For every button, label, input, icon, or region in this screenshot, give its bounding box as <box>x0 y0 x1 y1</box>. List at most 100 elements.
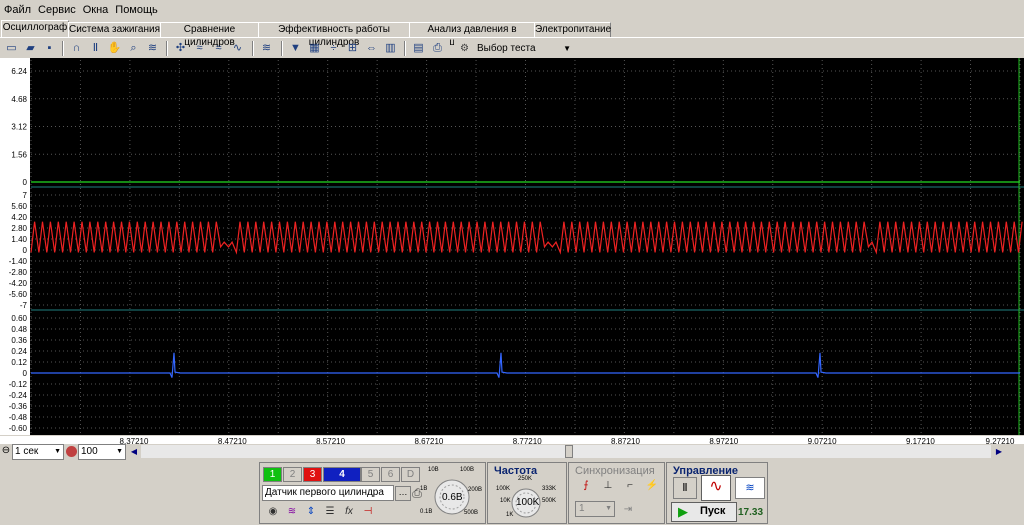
frequency-knob-value: 100K <box>516 497 540 508</box>
sync-fall-icon[interactable]: ⊥ <box>599 478 617 494</box>
channel-button-5[interactable]: 5 <box>361 467 380 482</box>
timebase-select[interactable]: 1 сек ▼ <box>12 444 64 460</box>
sync-channel-value: 1 <box>579 503 585 514</box>
new-icon[interactable]: ▭ <box>3 40 20 56</box>
channel-button-3[interactable]: 3 <box>303 467 322 482</box>
scale-tick-label: 4.68 <box>11 95 27 104</box>
channel-button-4[interactable]: 4 <box>323 467 361 482</box>
scroll-thumb[interactable] <box>565 445 573 458</box>
channel-more-button[interactable]: … <box>395 486 411 501</box>
tab-strip: Осциллограф Система зажигания Сравнение … <box>0 20 1024 48</box>
timebase-value: 1 сек <box>15 446 39 457</box>
record-icon[interactable] <box>66 446 77 457</box>
test-select-icon: ⚙ <box>460 43 469 54</box>
sync-channel-select[interactable]: 1 ▼ <box>575 501 615 517</box>
scale-tick-label: 0.12 <box>11 358 27 367</box>
probe-icon[interactable]: ⊣ <box>359 504 377 520</box>
test-select[interactable]: ⚙ Выбор теста ▼ <box>454 39 578 58</box>
sync-rise-icon[interactable]: ⨍ <box>577 478 595 494</box>
filter-icon[interactable]: ▼ <box>287 40 304 56</box>
eye-icon[interactable]: ◉ <box>264 504 282 520</box>
voltage-knob[interactable]: 0.6B 10B 100B 1B 200B 0.1B 500B <box>420 467 482 521</box>
channel-button-2[interactable]: 2 <box>283 467 302 482</box>
print-icon[interactable]: ⎙ <box>429 40 446 56</box>
scale-tick-label: 6.24 <box>11 67 27 76</box>
menu-service[interactable]: Сервис <box>34 0 79 16</box>
knob-label: 500B <box>464 510 479 516</box>
add-marker-icon[interactable]: ⊞ <box>344 40 361 56</box>
voltage-knob-value: 0.6B <box>442 492 463 503</box>
scale-tick-label: -0.24 <box>9 391 28 400</box>
scroll-track[interactable] <box>141 445 991 458</box>
knob-label: 0.1B <box>420 509 433 515</box>
fit-icon[interactable]: ≋ <box>144 40 161 56</box>
chevron-down-icon: ▼ <box>54 448 61 455</box>
oscillogram-mode-button[interactable]: ∿ <box>701 475 731 501</box>
table-icon[interactable]: ▦ <box>306 40 323 56</box>
pause-button[interactable]: Ⅱ <box>673 477 697 499</box>
offset-icon[interactable]: ⇕ <box>302 504 320 520</box>
function-icon[interactable]: fx <box>340 504 358 520</box>
frequency-knob[interactable]: 100K 250K 100K 333K 10K 500K 1K <box>496 476 562 522</box>
start-button[interactable]: ▶ Пуск <box>671 502 737 522</box>
menu-file[interactable]: Файл <box>0 0 34 16</box>
sync-level-icon[interactable]: ⌐ <box>621 478 639 494</box>
cursor-icon[interactable]: ∩ <box>68 40 85 56</box>
oscilloscope-plot[interactable]: 1 Датчик давления в цилиндре (Bar) 3 кан… <box>0 58 1024 435</box>
scale-tick-label: -0.60 <box>9 424 28 433</box>
scroll-right-icon[interactable]: ▶ <box>993 445 1005 458</box>
knob-label: 1B <box>420 486 428 492</box>
tab-cylinder-compare[interactable]: Сравнение цилиндров <box>160 22 259 48</box>
scale-tick-label: 0 <box>23 369 28 378</box>
tab-power[interactable]: Электропитание <box>534 22 611 37</box>
split-icon[interactable]: ÷ <box>325 40 342 56</box>
trigger-icon[interactable]: ≋ <box>258 40 275 56</box>
scale-tick-label: -0.36 <box>9 402 28 411</box>
channel-panel: 1 2 3 4 5 6 D Датчик первого цилиндра … … <box>259 462 486 524</box>
menu-help[interactable]: Помощь <box>111 0 161 16</box>
knob-label: 333K <box>542 486 557 492</box>
tab-ignition[interactable]: Система зажигания <box>68 22 161 37</box>
sine-icon[interactable]: ∿ <box>229 40 246 56</box>
chevron-down-icon: ▼ <box>605 505 612 512</box>
tab-oscilloscope[interactable]: Осциллограф <box>1 20 69 38</box>
knob-label: 100B <box>460 467 475 473</box>
sync-arrows-icon[interactable]: ⇥ <box>619 502 637 518</box>
invert-icon[interactable]: ≋ <box>283 504 301 520</box>
sync-auto-icon[interactable]: ⚡ <box>643 478 661 494</box>
mode-icon[interactable]: ⊖ <box>1 445 11 458</box>
measure-icon[interactable]: Ⅱ <box>87 40 104 56</box>
open-icon[interactable]: ▰ <box>22 40 39 56</box>
scale-tick-label: 1.40 <box>11 235 27 244</box>
plot-canvas[interactable] <box>0 58 1024 435</box>
knob-label: 10K <box>500 498 511 504</box>
scale-tick-label: 0.48 <box>11 325 27 334</box>
overlay-icon[interactable]: ≈ <box>210 40 227 56</box>
tab-pressure-analysis[interactable]: Анализ давления в цилиндре <box>409 22 535 48</box>
frequency-panel: Частота 100K 250K 100K 333K 10K 500K 1K <box>487 462 567 524</box>
channel-button-1[interactable]: 1 <box>263 467 282 482</box>
expand-icon[interactable]: ✣ <box>172 40 189 56</box>
zoom-icon[interactable]: ⌕ <box>125 40 142 56</box>
tab-cylinder-efficiency[interactable]: Эффективность работы цилиндров <box>258 22 410 48</box>
multi-wave-button[interactable]: ≋ <box>735 477 765 499</box>
points-select[interactable]: 100 ▼ <box>78 444 126 460</box>
menu-windows[interactable]: Окна <box>79 0 112 16</box>
hand-icon[interactable]: ✋ <box>106 40 123 56</box>
scroll-left-icon[interactable]: ◀ <box>128 445 140 458</box>
scale-tick-label: -7 <box>20 301 28 310</box>
scale-tick-label: 2.80 <box>11 224 27 233</box>
channel-button-6[interactable]: 6 <box>381 467 400 482</box>
scale-canvas: 6.24 4.68 3.12 1.56 0 7 5.60 4.20 2.80 1.40 0 -1.40… <box>9 67 28 433</box>
control-panel: Управление Ⅱ ∿ ≋ ▶ Пуск 17.33 <box>666 462 768 524</box>
lines-icon[interactable]: ☰ <box>321 504 339 520</box>
channel-name-field[interactable]: Датчик первого цилиндра <box>262 485 394 501</box>
wave-icon[interactable]: ≈ <box>191 40 208 56</box>
scale-tick-label: 4.20 <box>11 213 27 222</box>
scale-tick-label: -1.40 <box>9 257 28 266</box>
export-icon[interactable]: ▤ <box>410 40 427 56</box>
channel-button-d[interactable]: D <box>401 467 420 482</box>
compare-icon[interactable]: ⇔ <box>363 40 380 56</box>
save-icon[interactable]: ▪ <box>41 40 58 56</box>
bars-icon[interactable]: ▥ <box>382 40 399 56</box>
